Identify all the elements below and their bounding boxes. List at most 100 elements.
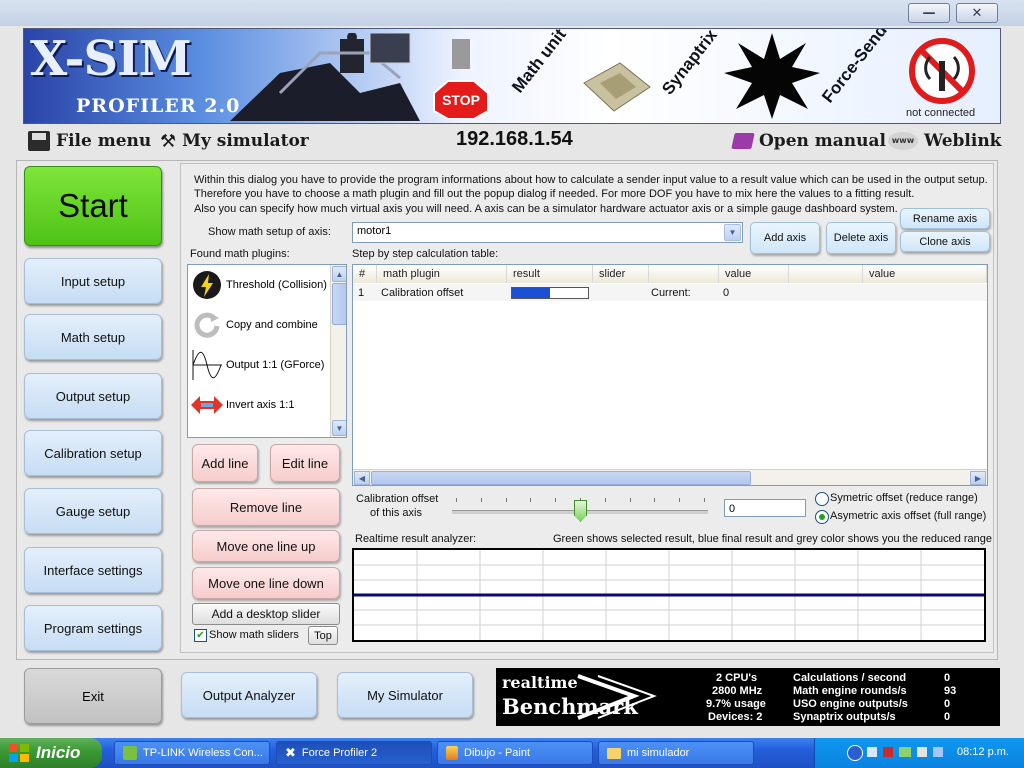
analyzer-legend: Green shows selected result, blue final … (553, 533, 993, 545)
not-connected-icon (909, 38, 975, 104)
output-setup-button[interactable]: Output setup (24, 373, 162, 419)
plugin-name: Threshold (Collision) (226, 279, 327, 291)
stat-label: Calculations / second (793, 672, 907, 684)
show-sliders-checkbox[interactable]: ✔ (194, 629, 207, 642)
hscroll-thumb[interactable] (371, 471, 751, 485)
network-icon[interactable] (883, 747, 893, 757)
task-button[interactable]: Dibujo - Paint (437, 741, 593, 765)
output-analyzer-button[interactable]: Output Analyzer (181, 672, 317, 718)
calibration-slider[interactable] (452, 496, 708, 524)
col-header[interactable]: # (353, 265, 377, 283)
col-header[interactable]: result (507, 265, 593, 283)
speaker-icon[interactable] (867, 747, 877, 757)
remove-line-button[interactable]: Remove line (192, 488, 340, 526)
monitor-icon[interactable] (917, 747, 927, 757)
calibration-setup-button[interactable]: Calibration setup (24, 430, 162, 476)
plugin-list[interactable]: Threshold (Collision) Copy and combine O… (187, 264, 347, 438)
my-simulator-menu[interactable]: ⚒ My simulator (160, 128, 309, 154)
plugin-name: Invert axis 1:1 (226, 399, 295, 411)
synaptrix-label: Synaptrix (658, 28, 721, 99)
tray-arrow-icon[interactable] (847, 745, 863, 761)
interface-settings-button[interactable]: Interface settings (24, 547, 162, 593)
math-setup-button[interactable]: Math setup (24, 314, 162, 360)
task-button[interactable]: mi simulador (598, 741, 754, 765)
plugin-item[interactable]: Invert axis 1:1 (188, 385, 330, 425)
profiler-label: PROFILER 2.0 (76, 95, 241, 117)
scroll-down-icon[interactable]: ▼ (332, 420, 346, 436)
plugin-item[interactable]: Copy and combine (188, 305, 330, 345)
chevron-down-icon[interactable]: ▼ (724, 224, 741, 241)
analyzer-label: Realtime result analyzer: (355, 533, 477, 545)
plugin-item[interactable]: Output 1:1 (GForce) (188, 345, 330, 385)
benchmark-panel: realtime Benchmark 2 CPU's 2800 MHz 9.7%… (496, 668, 1000, 726)
wifi-icon[interactable] (899, 747, 911, 757)
slider-tick (679, 498, 681, 502)
benchmark-logo-line1: realtime (502, 673, 578, 692)
open-manual-link[interactable]: Open manual (731, 128, 886, 154)
add-line-button[interactable]: Add line (192, 444, 258, 482)
add-axis-button[interactable]: Add axis (750, 222, 820, 254)
axis-select[interactable]: motor1 ▼ (352, 222, 743, 243)
minimize-button[interactable]: — (908, 3, 950, 23)
weblink[interactable]: www Weblink (888, 128, 1001, 154)
col-header[interactable] (649, 265, 719, 283)
slider-tick (604, 498, 606, 502)
wireless-icon (123, 746, 137, 760)
cpu-speed: 2800 MHz (712, 685, 763, 697)
scroll-thumb[interactable] (332, 283, 346, 325)
device-count: Devices: 2 (708, 711, 763, 723)
exit-button[interactable]: Exit (24, 668, 162, 724)
title-bar (0, 0, 1024, 26)
input-setup-button[interactable]: Input setup (24, 258, 162, 304)
col-header[interactable]: slider (593, 265, 649, 283)
refresh-icon (194, 312, 220, 338)
stat-label: Math engine rounds/s (793, 685, 907, 697)
gauge-setup-button[interactable]: Gauge setup (24, 488, 162, 534)
task-button[interactable]: ✖ Force Profiler 2 (276, 741, 432, 765)
top-button[interactable]: Top (308, 626, 338, 645)
col-header[interactable]: value (719, 265, 789, 283)
tray-app-icon[interactable] (933, 747, 943, 757)
slider-thumb[interactable] (574, 500, 587, 522)
task-label: Dibujo - Paint (464, 747, 531, 759)
symmetric-radio[interactable] (815, 492, 829, 506)
calculation-table[interactable]: # math plugin result slider value value … (352, 264, 988, 486)
table-label: Step by step calculation table: (352, 248, 499, 260)
windows-start-button[interactable]: Inicio (0, 738, 102, 768)
scroll-left-icon[interactable]: ◀ (354, 471, 370, 485)
asymmetric-radio[interactable] (815, 510, 829, 524)
col-header[interactable]: math plugin (377, 265, 507, 283)
move-up-button[interactable]: Move one line up (192, 530, 340, 562)
edit-line-button[interactable]: Edit line (270, 444, 340, 482)
taskbar: Inicio TP-LINK Wireless Con... ✖ Force P… (0, 738, 1024, 768)
plugin-item[interactable]: Threshold (Collision) (188, 265, 330, 305)
table-hscrollbar[interactable]: ◀ ▶ (353, 469, 987, 485)
weblink-label: Weblink (924, 131, 1002, 151)
start-label: Inicio (36, 743, 81, 762)
scroll-up-icon[interactable]: ▲ (332, 266, 346, 282)
scroll-right-icon[interactable]: ▶ (970, 471, 986, 485)
file-menu[interactable]: File menu (28, 128, 151, 154)
task-button[interactable]: TP-LINK Wireless Con... (114, 741, 270, 765)
row-number: 1 (358, 287, 365, 299)
cpu-usage: 9.7% usage (706, 698, 766, 710)
move-down-button[interactable]: Move one line down (192, 567, 340, 599)
plugin-scrollbar[interactable]: ▲ ▼ (330, 265, 346, 437)
intro-line-1: Within this dialog you have to provide t… (194, 174, 988, 186)
calibration-value-input[interactable]: 0 (724, 499, 806, 517)
my-simulator-button[interactable]: My Simulator (337, 672, 473, 718)
intro-line-2: Therefore you have to choose a math plug… (194, 188, 915, 200)
clone-axis-button[interactable]: Clone axis (900, 231, 990, 252)
profiler-icon: ✖ (285, 745, 296, 761)
intro-line-3: Also you can specify how much virtual ax… (194, 203, 898, 215)
col-header[interactable]: value (863, 265, 987, 283)
delete-axis-button[interactable]: Delete axis (826, 222, 896, 254)
rename-axis-button[interactable]: Rename axis (900, 208, 990, 229)
sine-wave-icon (192, 350, 222, 380)
col-header[interactable] (789, 265, 863, 283)
start-button[interactable]: Start (24, 166, 162, 246)
close-button[interactable]: ✕ (956, 3, 998, 23)
add-desktop-slider-button[interactable]: Add a desktop slider (192, 603, 340, 625)
program-settings-button[interactable]: Program settings (24, 605, 162, 651)
benchmark-arrow-icon (577, 674, 657, 720)
